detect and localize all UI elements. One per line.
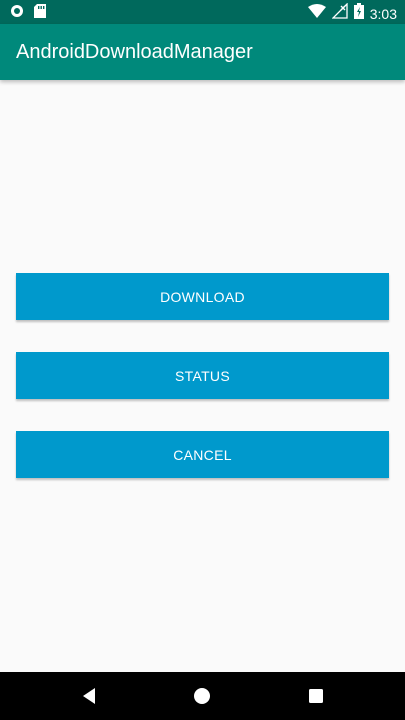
- main-content: DOWNLOAD STATUS CANCEL: [0, 80, 405, 672]
- status-button[interactable]: STATUS: [16, 352, 389, 399]
- app-title: AndroidDownloadManager: [16, 41, 253, 63]
- home-icon: [194, 688, 210, 704]
- recents-button[interactable]: [286, 672, 346, 720]
- no-signal-icon: [331, 2, 348, 24]
- home-button[interactable]: [172, 672, 232, 720]
- download-button[interactable]: DOWNLOAD: [16, 273, 389, 320]
- status-bar: 3:03: [0, 0, 405, 24]
- cancel-button[interactable]: CANCEL: [16, 431, 389, 478]
- status-time: 3:03: [369, 5, 397, 22]
- battery-charging-icon: [353, 3, 364, 24]
- wifi-icon: [307, 4, 326, 23]
- app-bar: AndroidDownloadManager: [0, 24, 405, 80]
- back-icon: [83, 688, 95, 704]
- back-button[interactable]: [59, 672, 119, 720]
- sd-card-icon: [34, 4, 46, 23]
- recents-icon: [309, 689, 323, 703]
- navigation-bar: [0, 672, 405, 720]
- record-icon: [10, 4, 24, 23]
